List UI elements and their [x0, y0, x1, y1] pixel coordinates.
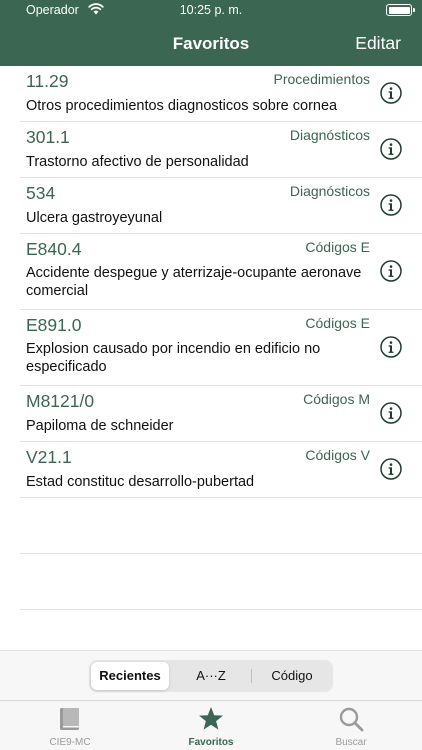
item-code: V21.1	[26, 447, 72, 467]
segment-codigo[interactable]: Código	[253, 662, 331, 690]
tab-favoritos[interactable]: Favoritos	[141, 701, 281, 750]
item-description: Trastorno afectivo de personalidad	[26, 154, 249, 170]
item-description: Explosion causado por incendio en edific…	[26, 341, 321, 375]
item-description: Ulcera gastroyeyunal	[26, 210, 163, 226]
sort-segmented-control: Recientes A···Z Código	[89, 660, 333, 692]
info-icon[interactable]	[380, 82, 402, 104]
star-icon	[199, 707, 223, 730]
item-code: 301.1	[26, 127, 70, 147]
list-item[interactable]: 301.1 Diagnósticos Trastorno afectivo de…	[20, 122, 422, 178]
item-category: Procedimientos	[273, 71, 371, 87]
segment-toolbar: Recientes A···Z Código	[0, 650, 422, 700]
item-description: Papiloma de schneider	[26, 418, 174, 434]
item-description: Otros procedimientos diagnosticos sobre …	[26, 98, 338, 114]
list-item[interactable]: V21.1 Códigos V Estad constituc desarrol…	[20, 442, 422, 498]
item-category: Códigos M	[303, 391, 370, 407]
item-code: 11.29	[26, 71, 69, 91]
tab-label: Favoritos	[188, 737, 234, 748]
segment-recientes[interactable]: Recientes	[91, 662, 169, 690]
status-bar: Operador 10:25 p. m.	[0, 0, 422, 22]
book-icon	[60, 708, 79, 730]
segment-divider	[251, 669, 252, 683]
tab-bar: CIE9-MC Favoritos Buscar	[0, 700, 422, 750]
tab-cie9-mc[interactable]: CIE9-MC	[0, 701, 140, 750]
tab-label: CIE9-MC	[49, 737, 91, 748]
item-code: E840.4	[26, 239, 82, 259]
empty-row	[20, 554, 422, 610]
info-icon[interactable]	[380, 194, 402, 216]
item-description: Accidente despegue y aterrizaje-ocupante…	[26, 265, 362, 299]
item-code: E891.0	[26, 315, 82, 335]
clock-label: 10:25 p. m.	[179, 3, 243, 17]
info-icon[interactable]	[380, 260, 402, 282]
item-code: 534	[26, 183, 56, 203]
item-category: Diagnósticos	[289, 127, 370, 143]
navigation-bar: Operador 10:25 p. m. Favoritos Editar	[0, 0, 422, 66]
magnifier-icon	[339, 707, 364, 732]
info-icon[interactable]	[380, 458, 402, 480]
item-category: Códigos V	[305, 447, 370, 463]
edit-button[interactable]: Editar	[355, 33, 401, 54]
tab-label: Buscar	[335, 737, 367, 748]
info-icon[interactable]	[380, 336, 402, 358]
list-item[interactable]: 11.29 Procedimientos Otros procedimiento…	[20, 66, 422, 122]
list-item[interactable]: E840.4 Códigos E Accidente despegue y at…	[20, 234, 422, 310]
segment-a-z[interactable]: A···Z	[172, 662, 250, 690]
item-category: Códigos E	[305, 239, 370, 255]
list-item[interactable]: E891.0 Códigos E Explosion causado por i…	[20, 310, 422, 386]
info-icon[interactable]	[380, 402, 402, 424]
item-category: Códigos E	[305, 315, 370, 331]
tab-buscar[interactable]: Buscar	[281, 701, 421, 750]
favorites-list: 11.29 Procedimientos Otros procedimiento…	[0, 66, 422, 650]
item-code: M8121/0	[26, 391, 95, 411]
item-description: Estad constituc desarrollo-pubertad	[26, 474, 255, 490]
item-category: Diagnósticos	[289, 183, 370, 199]
list-item[interactable]: M8121/0 Códigos M Papiloma de schneider	[20, 386, 422, 442]
empty-row	[20, 498, 422, 554]
battery-icon	[386, 4, 415, 16]
info-icon[interactable]	[380, 138, 402, 160]
list-item[interactable]: 534 Diagnósticos Ulcera gastroyeyunal	[20, 178, 422, 234]
